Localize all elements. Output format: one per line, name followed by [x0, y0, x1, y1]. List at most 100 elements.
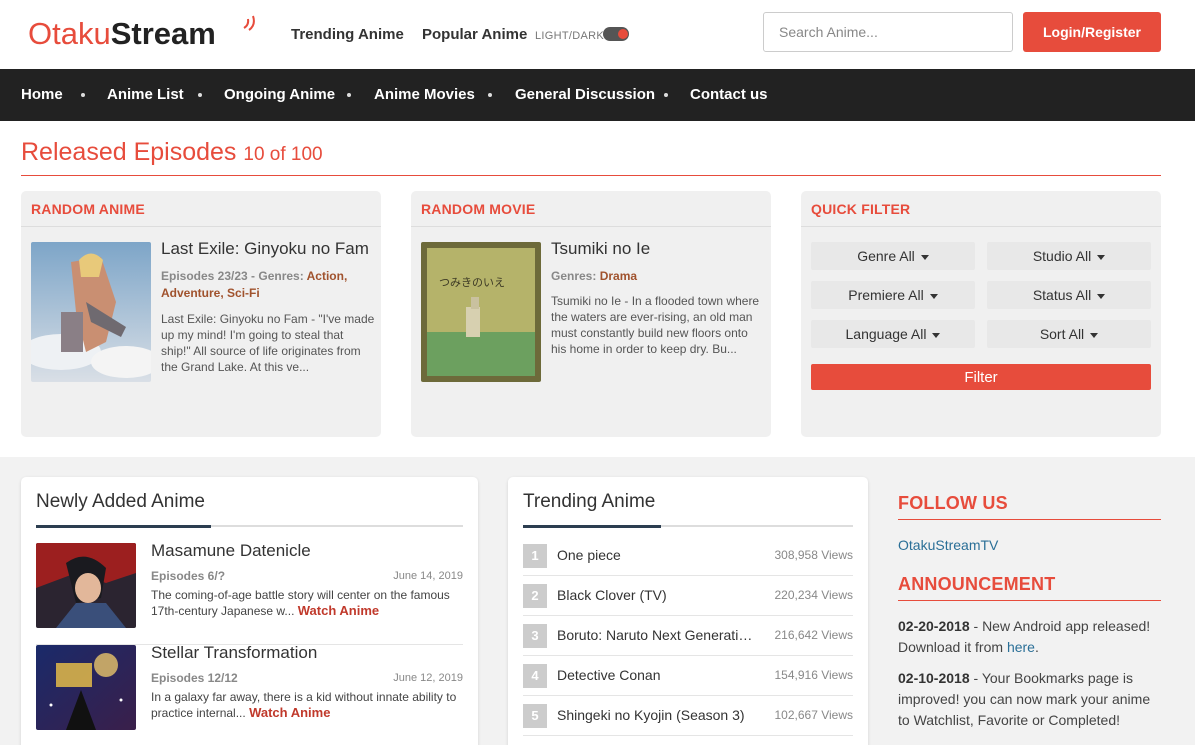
follow-link[interactable]: OtakuStreamTV [898, 537, 998, 553]
random-movie-meta: Genres: Drama [551, 268, 761, 285]
view-count: 216,642 Views [774, 628, 853, 642]
nav-general-discussion[interactable]: General Discussion [515, 86, 655, 103]
anime-title[interactable]: Stellar Transformation [151, 643, 317, 663]
select-label: Language All [845, 326, 927, 342]
random-movie-thumbnail[interactable]: つみきのいえ [421, 242, 541, 382]
random-movie-title[interactable]: Tsumiki no Ie [551, 239, 650, 259]
announcement-end: . [1034, 639, 1039, 655]
caret-down-icon [1097, 293, 1106, 299]
nav-anime-movies[interactable]: Anime Movies [374, 86, 475, 103]
trending-row[interactable]: 5 Shingeki no Kyojin (Season 3) 102,667 … [523, 696, 853, 736]
newly-added-panel: Newly Added Anime Masamune Datenicle Epi… [21, 477, 478, 745]
newly-added-title: Newly Added Anime [36, 491, 205, 512]
logo-part-otaku: Otaku [28, 16, 111, 51]
search-input[interactable] [763, 12, 1013, 52]
download-here-link[interactable]: here [1007, 639, 1035, 655]
top-link-trending[interactable]: Trending Anime [291, 26, 404, 43]
language-select[interactable]: Language All [811, 320, 975, 348]
announcement-item: 02-20-2018 - New Android app released! D… [898, 616, 1163, 658]
status-select[interactable]: Status All [987, 281, 1151, 309]
theme-toggle-label: LIGHT/DARK [535, 30, 605, 42]
anime-poster-image [36, 543, 136, 628]
nav-contact-us[interactable]: Contact us [690, 86, 768, 103]
select-label: Sort All [1039, 326, 1085, 342]
trending-row[interactable]: 1 One piece 308,958 Views [523, 536, 853, 576]
divider [898, 600, 1161, 601]
trending-title: Trending Anime [523, 491, 656, 512]
site-header: OtakuStream Trending Anime Popular Anime… [0, 0, 1195, 69]
toggle-knob [618, 29, 628, 39]
episodes-genres-label: Episodes 23/23 - Genres: [161, 269, 304, 283]
logo-part-stream: Stream [110, 16, 216, 51]
released-title-text: Released Episodes [21, 138, 237, 166]
view-count: 220,234 Views [774, 588, 853, 602]
caret-down-icon [1097, 254, 1106, 260]
login-register-button[interactable]: Login/Register [1023, 12, 1161, 52]
random-anime-title[interactable]: Last Exile: Ginyoku no Fam [161, 239, 369, 259]
random-anime-description: Last Exile: Ginyoku no Fam - "I've made … [161, 312, 375, 374]
premiere-select[interactable]: Premiere All [811, 281, 975, 309]
rank-badge: 1 [523, 544, 547, 568]
genre-select[interactable]: Genre All [811, 242, 975, 270]
random-anime-thumbnail[interactable] [31, 242, 151, 382]
announcement-heading: ANNOUNCEMENT [898, 574, 1056, 594]
trending-row[interactable]: 2 Black Clover (TV) 220,234 Views [523, 576, 853, 616]
nav-separator [347, 93, 351, 97]
nav-separator [81, 93, 85, 97]
list-item: Masamune Datenicle Episodes 6/? June 14,… [36, 541, 466, 645]
trending-anime-name[interactable]: Shingeki no Kyojin (Season 3) [557, 707, 757, 723]
trending-anime-name[interactable]: Detective Conan [557, 667, 757, 683]
caret-down-icon [920, 254, 929, 260]
announcement-date: 02-10-2018 [898, 670, 970, 686]
release-date: June 14, 2019 [393, 570, 463, 582]
trending-anime-name[interactable]: One piece [557, 547, 757, 563]
trending-anime-name[interactable]: Black Clover (TV) [557, 587, 757, 603]
studio-select[interactable]: Studio All [987, 242, 1151, 270]
anime-title[interactable]: Masamune Datenicle [151, 541, 311, 561]
rank-badge: 3 [523, 624, 547, 648]
released-count: 10 of 100 [243, 144, 323, 165]
divider-accent [36, 525, 211, 528]
random-anime-card: RANDOM ANIME Last Exile: Ginyoku no Fam … [21, 191, 381, 437]
follow-us-heading: FOLLOW US [898, 493, 1008, 513]
select-label: Status All [1032, 287, 1092, 303]
sort-select[interactable]: Sort All [987, 320, 1151, 348]
theme-toggle[interactable] [603, 27, 629, 41]
movie-poster-image: つみきのいえ [421, 242, 541, 382]
filter-button[interactable]: Filter [811, 364, 1151, 390]
announcement-item: 02-10-2018 - Your Bookmarks page is impr… [898, 668, 1163, 731]
random-anime-meta: Episodes 23/23 - Genres: Action, Adventu… [161, 268, 371, 302]
nav-home[interactable]: Home [21, 86, 63, 103]
divider [411, 226, 771, 227]
top-link-popular[interactable]: Popular Anime [422, 26, 527, 43]
divider [21, 226, 381, 227]
divider [21, 175, 1161, 176]
trending-row[interactable]: 4 Detective Conan 154,916 Views [523, 656, 853, 696]
random-movie-genres[interactable]: Drama [600, 269, 637, 283]
divider [898, 519, 1161, 520]
view-count: 154,916 Views [774, 668, 853, 682]
trending-anime-name[interactable]: Boruto: Naruto Next Generations [557, 627, 757, 643]
announcement-date: 02-20-2018 [898, 618, 970, 634]
anime-thumbnail[interactable] [36, 645, 136, 730]
divider [801, 226, 1161, 227]
random-movie-heading: RANDOM MOVIE [421, 201, 536, 217]
anime-thumbnail[interactable] [36, 543, 136, 628]
nav-separator [198, 93, 202, 97]
view-count: 308,958 Views [774, 548, 853, 562]
anime-poster-image [31, 242, 151, 382]
watch-anime-link[interactable]: Watch Anime [298, 603, 379, 618]
released-episodes-title: Released Episodes 10 of 100 [21, 138, 323, 167]
rank-badge: 2 [523, 584, 547, 608]
episodes-count: Episodes 12/12 [151, 671, 238, 685]
release-date: June 12, 2019 [393, 672, 463, 684]
anime-description: The coming-of-age battle story will cent… [151, 587, 466, 619]
rank-badge: 5 [523, 704, 547, 728]
nav-ongoing-anime[interactable]: Ongoing Anime [224, 86, 335, 103]
nav-anime-list[interactable]: Anime List [107, 86, 184, 103]
random-anime-heading: RANDOM ANIME [31, 201, 145, 217]
nav-separator [488, 93, 492, 97]
trending-row[interactable]: 3 Boruto: Naruto Next Generations 216,64… [523, 616, 853, 656]
watch-anime-link[interactable]: Watch Anime [249, 705, 330, 720]
site-logo[interactable]: OtakuStream [28, 14, 216, 54]
